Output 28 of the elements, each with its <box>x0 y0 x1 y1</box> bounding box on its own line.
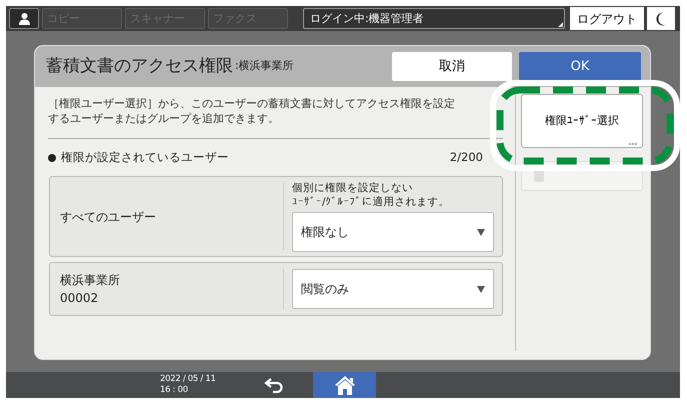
permission-dropdown[interactable]: 権限なし <box>292 212 494 252</box>
home-button[interactable] <box>313 372 376 398</box>
bullet-icon <box>48 154 56 162</box>
home-icon <box>334 375 356 395</box>
energy-saver-button[interactable] <box>647 7 675 30</box>
user-name: すべてのユーザー <box>60 208 157 226</box>
note-text: 個別に権限を設定しない ﾕｰｻﾞｰ/ｸﾞﾙｰﾌﾟに適用されます。 <box>292 181 451 210</box>
dialog-subtitle: :横浜事業所 <box>235 58 294 74</box>
section-label: 権限が設定されているユーザー <box>61 149 229 166</box>
permission-dropdown[interactable]: 閲覧のみ <box>292 269 494 310</box>
user-icon <box>18 12 30 25</box>
user-id: 00002 <box>60 290 100 308</box>
user-button[interactable] <box>9 8 39 29</box>
login-status-field[interactable]: ログイン中:機器管理者 <box>303 8 565 29</box>
moon-icon <box>656 12 666 26</box>
date-text: 2022 / 05 / 11 <box>160 374 217 385</box>
time-text: 16 : 00 <box>160 385 189 396</box>
description-text: ［権限ユーザー選択］から、このユーザーの蓄積文書に対してアクセス権限を設定するユーザーまたはグループを追加できます。 <box>48 96 456 126</box>
dialog-title: 蓄積文書のアクセス権限 <box>46 54 233 78</box>
dropdown-arrow-icon <box>477 228 485 236</box>
logout-button[interactable]: ログアウト <box>570 7 644 30</box>
select-users-button[interactable]: 権限ﾕｰｻﾞｰ選択 <box>521 94 643 148</box>
dropdown-arrow-icon <box>477 286 485 293</box>
user-count: 2/200 <box>450 149 483 166</box>
back-arrow-icon <box>264 377 284 393</box>
ok-button[interactable]: OK <box>519 52 641 81</box>
cancel-button[interactable]: 取消 <box>392 52 512 81</box>
user-name: 横浜事業所 <box>60 272 121 290</box>
